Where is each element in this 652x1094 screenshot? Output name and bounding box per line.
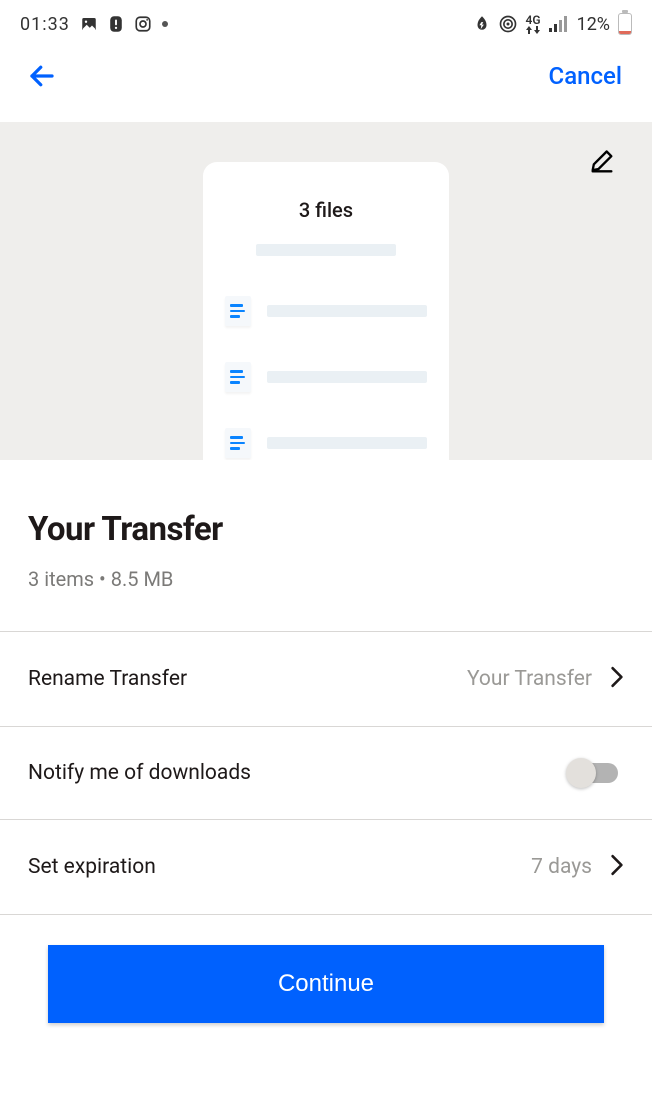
back-button[interactable] — [24, 58, 60, 94]
document-icon — [225, 362, 251, 392]
row-label: Notify me of downloads — [28, 761, 251, 785]
cancel-button[interactable]: Cancel — [549, 62, 622, 90]
row-right — [570, 763, 624, 783]
app-header: Cancel — [0, 44, 652, 122]
alert-icon — [108, 15, 124, 33]
status-time: 01:33 — [20, 14, 70, 35]
preview-file-row — [225, 296, 427, 326]
page-subtitle: 3 items • 8.5 MB — [28, 567, 624, 591]
instagram-icon — [134, 15, 152, 33]
row-right: Your Transfer — [467, 666, 624, 692]
preview-card-title: 3 files — [225, 198, 427, 222]
footer: Continue — [0, 915, 652, 1023]
document-icon — [225, 428, 251, 458]
network-type: 4G — [526, 14, 541, 34]
row-value: 7 days — [531, 855, 592, 879]
preview-file-row — [225, 362, 427, 392]
chevron-right-icon — [610, 854, 624, 880]
row-label: Rename Transfer — [28, 667, 187, 691]
status-left: 01:33 — [20, 14, 168, 35]
preview-area: 3 files — [0, 122, 652, 460]
notify-toggle[interactable] — [570, 763, 618, 783]
row-value: Your Transfer — [467, 667, 592, 691]
gallery-icon — [80, 15, 98, 33]
rename-transfer-row[interactable]: Rename Transfer Your Transfer — [0, 632, 652, 727]
hotspot-icon — [498, 14, 518, 34]
preview-file-line — [267, 437, 427, 449]
battery-percent: 12% — [577, 14, 610, 35]
status-right: 4G 12% — [474, 13, 632, 35]
row-label: Set expiration — [28, 855, 156, 879]
set-expiration-row[interactable]: Set expiration 7 days — [0, 820, 652, 915]
toggle-knob — [566, 758, 596, 788]
preview-card[interactable]: 3 files — [203, 162, 449, 460]
content: Your Transfer 3 items • 8.5 MB — [0, 460, 652, 591]
battery-icon — [618, 13, 632, 35]
preview-file-line — [267, 371, 427, 383]
preview-placeholder — [256, 244, 396, 256]
continue-button[interactable]: Continue — [48, 945, 604, 1023]
preview-file-line — [267, 305, 427, 317]
chevron-right-icon — [610, 666, 624, 692]
page-title: Your Transfer — [28, 510, 624, 549]
notify-downloads-row[interactable]: Notify me of downloads — [0, 727, 652, 820]
more-notifications-dot — [162, 21, 168, 27]
status-bar: 01:33 4G 12% — [0, 0, 652, 44]
row-right: 7 days — [531, 854, 624, 880]
preview-file-row — [225, 428, 427, 458]
network-type-label: 4G — [526, 14, 541, 26]
edit-button[interactable] — [588, 148, 618, 178]
settings-list: Rename Transfer Your Transfer Notify me … — [0, 631, 652, 915]
battery-saver-icon — [474, 15, 490, 33]
signal-icon — [549, 16, 569, 32]
document-icon — [225, 296, 251, 326]
